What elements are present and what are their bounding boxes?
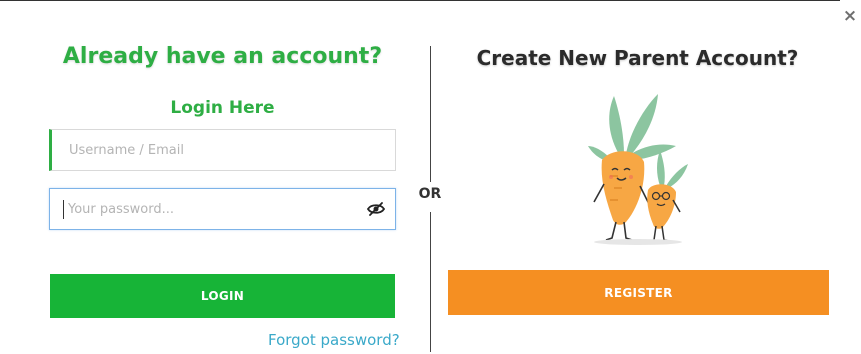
divider-line-bottom xyxy=(430,212,431,352)
login-button[interactable]: LOGIN xyxy=(50,274,395,318)
or-separator: OR xyxy=(418,186,442,202)
login-subtitle: Login Here xyxy=(170,98,275,118)
divider-line-top xyxy=(430,46,431,182)
close-icon[interactable]: × xyxy=(842,6,858,26)
username-input[interactable] xyxy=(52,130,395,170)
text-cursor xyxy=(63,200,64,219)
forgot-password-link[interactable]: Forgot password? xyxy=(268,331,400,349)
carrot-family-icon xyxy=(588,94,688,245)
register-button[interactable]: REGISTER xyxy=(448,270,829,315)
login-title: Already have an account? xyxy=(62,44,383,69)
username-field xyxy=(49,129,396,171)
password-field xyxy=(49,188,396,230)
register-title: Create New Parent Account? xyxy=(476,46,799,70)
top-rule xyxy=(0,0,840,1)
eye-slash-icon[interactable] xyxy=(367,201,385,217)
password-input[interactable] xyxy=(50,189,395,229)
